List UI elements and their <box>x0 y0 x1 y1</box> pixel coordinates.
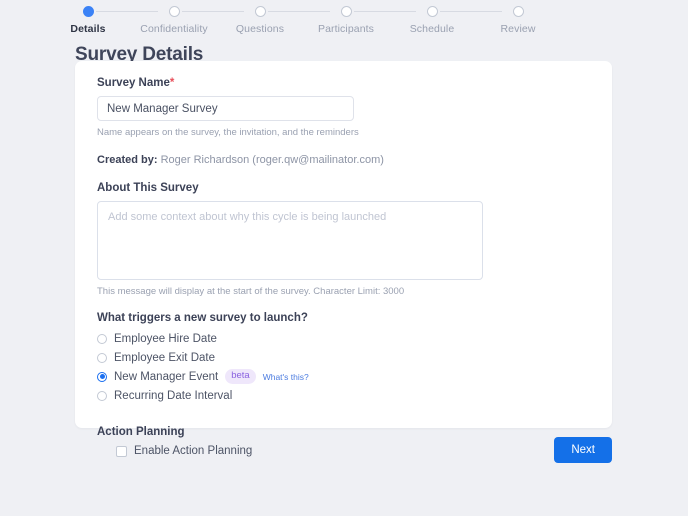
step-label-review: Review <box>500 23 536 35</box>
about-survey-helper-text: This message will display at the start o… <box>97 286 405 297</box>
radio-label-new-manager-event: New Manager Event <box>114 370 219 383</box>
survey-name-label-text: Survey Name <box>97 77 170 89</box>
required-asterisk-icon: * <box>169 77 175 89</box>
step-dot-confidentiality-icon <box>168 6 180 17</box>
step-dot-review-icon <box>512 6 524 17</box>
step-dot-questions-icon <box>254 6 266 17</box>
radio-unselected-icon <box>97 333 107 344</box>
whats-this-link[interactable]: What's this? <box>263 372 309 382</box>
card-footer: Next <box>75 437 612 463</box>
progress-stepper: Details Confidentiality Questions Partic… <box>0 0 688 40</box>
trigger-question-label: What triggers a new survey to launch? <box>97 312 308 324</box>
beta-badge: beta <box>225 368 256 385</box>
step-review[interactable]: Review <box>463 6 573 35</box>
radio-label-employee-exit-date: Employee Exit Date <box>114 351 215 364</box>
radio-option-employee-hire-date[interactable]: Employee Hire Date <box>97 330 590 347</box>
stepper-track: Details Confidentiality Questions Partic… <box>40 6 648 40</box>
survey-name-helper-text: Name appears on the survey, the invitati… <box>97 127 359 138</box>
radio-label-employee-hire-date: Employee Hire Date <box>114 332 217 345</box>
created-by-label: Created by: <box>97 154 158 166</box>
radio-unselected-icon <box>97 390 107 401</box>
radio-unselected-icon <box>97 352 107 363</box>
radio-label-recurring-date-interval: Recurring Date Interval <box>114 389 233 402</box>
survey-name-label: Survey Name* <box>97 77 590 89</box>
step-dot-schedule-icon <box>426 6 438 17</box>
radio-option-recurring-date-interval[interactable]: Recurring Date Interval <box>97 387 590 404</box>
radio-selected-icon <box>97 371 107 382</box>
survey-name-input[interactable] <box>97 96 354 121</box>
survey-details-card: Survey Name* Name appears on the survey,… <box>75 61 612 457</box>
radio-option-employee-exit-date[interactable]: Employee Exit Date <box>97 349 590 366</box>
step-dot-participants-icon <box>340 6 352 17</box>
step-dot-details-icon <box>82 6 94 17</box>
about-survey-textarea[interactable] <box>97 201 483 280</box>
radio-option-new-manager-event[interactable]: New Manager Event beta What's this? <box>97 368 590 385</box>
next-button[interactable]: Next <box>554 437 612 463</box>
created-by: Created by: Roger Richardson (roger.qw@m… <box>97 154 590 166</box>
created-by-value: Roger Richardson (roger.qw@mailinator.co… <box>160 154 384 166</box>
about-survey-label: About This Survey <box>97 182 199 194</box>
